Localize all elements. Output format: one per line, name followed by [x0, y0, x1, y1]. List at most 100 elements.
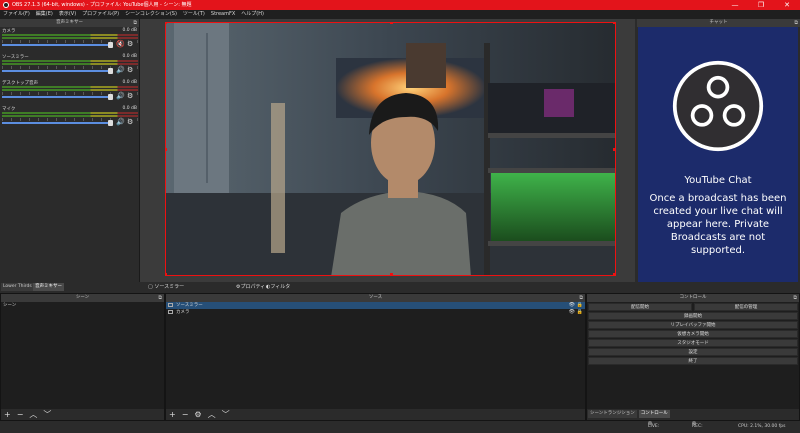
dock-float-icon[interactable]: ⧉ — [793, 294, 797, 302]
volume-slider[interactable] — [2, 122, 110, 124]
menu-scene-collection[interactable]: シーンコレクション(S) — [125, 10, 177, 19]
remove-source-button[interactable]: − — [182, 409, 189, 420]
dock-tab-strip: Lower Thirds 音声ミキサー ▢ ソースミラー ⚙プロパティ ◐フィル… — [0, 282, 800, 292]
menu-bar: ファイル(F) 編集(E) 表示(V) プロファイル(P) シーンコレクション(… — [0, 10, 800, 19]
eye-icon[interactable]: 👁 — [569, 302, 575, 309]
chat-panel[interactable]: YouTube Chat Once a broadcast has been c… — [638, 27, 798, 292]
volume-slider[interactable] — [2, 44, 110, 46]
exit-button[interactable]: 終了 — [588, 357, 798, 365]
gear-icon[interactable]: ⚙ — [127, 66, 133, 74]
start-virtual-camera-button[interactable]: 仮想カメラ開始 — [588, 330, 798, 338]
filters-button[interactable]: ◐フィルタ — [266, 282, 290, 292]
source-mirror-context[interactable]: ▢ ソースミラー — [148, 282, 184, 292]
menu-file[interactable]: ファイル(F) — [3, 10, 30, 19]
resize-handle[interactable] — [166, 273, 167, 275]
title-bar: OBS 27.1.3 (64-bit, windows) - プロファイル: Y… — [0, 0, 800, 10]
sources-title: ソース ⧉ — [166, 294, 585, 302]
add-scene-button[interactable]: + — [4, 409, 11, 420]
minimize-button[interactable]: — — [722, 0, 748, 10]
move-up-button[interactable]: ︿ — [208, 409, 216, 420]
volume-meter — [2, 86, 138, 88]
volume-meter — [2, 63, 138, 65]
speaker-muted-icon[interactable]: 🔇 — [116, 40, 125, 48]
maximize-button[interactable]: ❐ — [748, 0, 774, 10]
resize-handle[interactable] — [166, 148, 167, 151]
dock-float-icon[interactable]: ⧉ — [133, 19, 137, 27]
menu-help[interactable]: ヘルプ(H) — [241, 10, 264, 19]
controls-title-label: コントロール — [679, 295, 707, 300]
gear-icon[interactable]: ⚙ — [127, 40, 133, 48]
start-recording-button[interactable]: 録画開始 — [588, 312, 798, 320]
move-up-button[interactable]: ︿ — [29, 409, 37, 420]
volume-slider-handle[interactable] — [108, 42, 113, 48]
volume-meter — [2, 115, 138, 117]
volume-meter — [2, 112, 138, 114]
channel-db: 0.0 dB — [122, 54, 137, 59]
menu-view[interactable]: 表示(V) — [59, 10, 76, 19]
controls-tab-bar: シーントランジション コントロール — [587, 409, 799, 420]
mixer-channel-source-mirror: ソースミラー 0.0 dB 🔊 ⚙ — [0, 53, 139, 79]
speaker-icon[interactable]: 🔊 — [116, 92, 125, 100]
dock-float-icon[interactable]: ⧉ — [579, 294, 583, 302]
speaker-icon[interactable]: 🔊 — [116, 66, 125, 74]
start-streaming-button[interactable]: 配信開始 — [588, 303, 692, 311]
studio-mode-button[interactable]: スタジオモード — [588, 339, 798, 347]
chat-message: Once a broadcast has been created your l… — [649, 193, 787, 256]
status-bar: LIVE: 00:00:00 REC: 00:00:00 CPU: 2.1%, … — [0, 421, 800, 433]
sources-title-label: ソース — [368, 295, 383, 300]
dock-float-icon[interactable]: ⧉ — [794, 19, 798, 27]
volume-slider-handle[interactable] — [108, 68, 113, 74]
settings-button[interactable]: 設定 — [588, 348, 798, 356]
scenes-title: シーン ⧉ — [1, 294, 164, 302]
obs-logo-icon — [672, 60, 764, 152]
tab-controls[interactable]: コントロール — [638, 410, 670, 418]
properties-button[interactable]: ⚙プロパティ — [236, 282, 265, 292]
gear-icon[interactable]: ⚙ — [127, 118, 133, 126]
source-type-icon — [168, 302, 173, 307]
audio-mixer-dock: 音声ミキサー ⧉ カメラ 0.0 dB 🔇 ⚙ ソースミラー 0.0 dB 🔊 … — [0, 19, 140, 282]
resize-handle[interactable] — [166, 23, 167, 24]
channel-db: 0.0 dB — [122, 106, 137, 111]
volume-slider[interactable] — [2, 96, 110, 98]
dock-float-icon[interactable]: ⧉ — [158, 294, 162, 302]
volume-meter — [2, 37, 138, 39]
source-properties-button[interactable]: ⚙ — [194, 409, 201, 420]
resize-handle[interactable] — [613, 23, 615, 24]
menu-tools[interactable]: ツール(T) — [183, 10, 205, 19]
volume-slider-handle[interactable] — [108, 94, 113, 100]
resize-handle[interactable] — [613, 273, 615, 275]
lock-icon[interactable]: 🔒 — [577, 302, 583, 309]
mixer-channel-camera: カメラ 0.0 dB 🔇 ⚙ — [0, 27, 139, 53]
tab-scene-transitions[interactable]: シーントランジション — [588, 410, 637, 418]
close-button[interactable]: ✕ — [774, 0, 800, 10]
resize-handle[interactable] — [390, 23, 393, 24]
lock-icon[interactable]: 🔒 — [577, 309, 583, 316]
resize-handle[interactable] — [390, 273, 393, 275]
scene-item[interactable]: シーン — [1, 302, 164, 309]
filters-label: フィルタ — [270, 284, 291, 290]
move-down-button[interactable]: ﹀ — [43, 409, 51, 420]
add-source-button[interactable]: + — [169, 409, 176, 420]
start-replay-buffer-button[interactable]: リプレイバッファ開始 — [588, 321, 798, 329]
source-item[interactable]: カメラ 👁 🔒 — [166, 309, 585, 316]
tab-audio-mixer[interactable]: 音声ミキサー — [33, 283, 64, 291]
manage-broadcast-button[interactable]: 配信の管理 — [694, 303, 798, 311]
menu-edit[interactable]: 編集(E) — [36, 10, 53, 19]
preview-canvas[interactable] — [165, 22, 616, 276]
remove-scene-button[interactable]: − — [17, 409, 24, 420]
source-name: カメラ — [176, 310, 190, 315]
tab-lower-thirds[interactable]: Lower Thirds — [1, 283, 34, 291]
eye-icon[interactable]: 👁 — [569, 309, 575, 316]
menu-profile[interactable]: プロファイル(P) — [82, 10, 119, 19]
volume-slider-handle[interactable] — [108, 120, 113, 126]
menu-streamfx[interactable]: StreamFX — [211, 10, 235, 19]
channel-db: 0.0 dB — [122, 28, 137, 33]
gear-icon[interactable]: ⚙ — [127, 92, 133, 100]
speaker-icon[interactable]: 🔊 — [116, 118, 125, 126]
source-item[interactable]: ソースミラー 👁 🔒 — [166, 302, 585, 309]
resize-handle[interactable] — [613, 148, 615, 151]
move-down-button[interactable]: ﹀ — [222, 409, 230, 420]
volume-slider[interactable] — [2, 70, 110, 72]
rec-time: REC: 00:00:00 — [692, 424, 703, 429]
scenes-title-label: シーン — [75, 295, 90, 300]
